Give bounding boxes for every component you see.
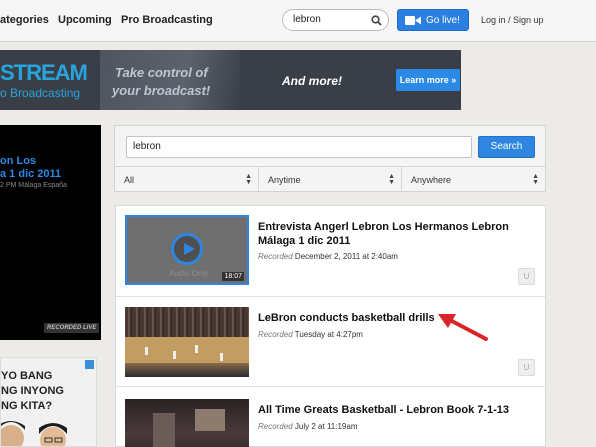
nav-search-input[interactable]: lebron [282, 9, 389, 31]
thumbnail-player [173, 351, 176, 359]
ustream-button[interactable]: U [518, 268, 535, 285]
search-panel: lebron Search All ▲ ▼ Anytime ▲ ▼ Anywhere… [114, 125, 546, 192]
filter-location-value: Anywhere [411, 175, 452, 185]
player-title-line-2[interactable]: a 1 dic 2011 [0, 168, 61, 180]
banner-and-more: And more! [282, 74, 342, 88]
recorded-value: Tuesday at 4:27pm [294, 330, 363, 339]
thumbnail-player [145, 347, 148, 355]
result-thumbnail[interactable] [125, 307, 249, 377]
recorded-live-badge: RECORDED LIVE [44, 323, 100, 333]
thumbnail-crowd [125, 307, 249, 337]
banner-brand-sub: o Broadcasting [0, 86, 81, 100]
select-arrows-icon: ▲ ▼ [245, 173, 252, 186]
recorded-value: July 2 at 11:19am [294, 422, 358, 431]
nav-link-upcoming[interactable]: Upcoming [58, 14, 112, 26]
player-title-line-1[interactable]: on Los [0, 155, 36, 167]
banner-stripe [100, 50, 240, 110]
thumbnail-light [195, 409, 225, 431]
filter-category-select[interactable]: All ▲ ▼ [115, 166, 259, 192]
thumbnail-player [220, 353, 223, 361]
audio-only-label: Audio Only [169, 269, 209, 278]
ad-text-line-2: NG INYONG [1, 385, 64, 397]
recorded-label: Recorded [258, 252, 293, 261]
ad-people-photo [1, 421, 67, 446]
recorded-label: Recorded [258, 422, 293, 431]
select-arrows-icon: ▲ ▼ [532, 173, 539, 186]
nav-link-pro-broadcasting[interactable]: Pro Broadcasting [121, 14, 213, 26]
recorded-value: December 2, 2011 at 2:40am [294, 252, 398, 261]
result-recorded-meta: Recorded July 2 at 11:19am [258, 422, 357, 431]
search-button[interactable]: Search [478, 136, 535, 158]
result-thumbnail[interactable] [125, 399, 249, 447]
ad-text-line-1: YO BANG [1, 370, 53, 382]
result-recorded-meta: Recorded Tuesday at 4:27pm [258, 330, 363, 339]
video-camera-icon [405, 16, 421, 25]
learn-more-button[interactable]: Learn more » [396, 69, 460, 91]
result-title[interactable]: Entrevista Angerl Lebron Los Hermanos Le… [258, 220, 528, 248]
go-live-label: Go live! [426, 15, 460, 26]
top-nav: ategories Upcoming Pro Broadcasting lebr… [0, 0, 596, 42]
side-advertisement[interactable]: YO BANG NG INYONG NG KITA? [0, 357, 97, 447]
featured-player[interactable]: on Los a 1 dic 2011 2 PM Málaga España R… [0, 125, 101, 340]
ad-text-line-3: NG KITA? [1, 400, 53, 412]
recorded-label: Recorded [258, 330, 293, 339]
result-row[interactable]: Audio Only 18:07 Entrevista Angerl Lebro… [116, 206, 545, 297]
result-recorded-meta: Recorded December 2, 2011 at 2:40am [258, 252, 398, 261]
player-meta: 2 PM Málaga España [0, 182, 67, 189]
play-icon[interactable] [171, 233, 203, 265]
banner-tagline-1: Take control of [115, 65, 208, 80]
banner-brand: STREAM [0, 60, 88, 85]
result-row[interactable]: All Time Greats Basketball - Lebron Book… [116, 387, 545, 447]
search-icon[interactable] [371, 15, 382, 26]
go-live-button[interactable]: Go live! [397, 9, 469, 31]
thumbnail-door [153, 413, 175, 447]
promo-banner[interactable]: STREAM o Broadcasting Take control of yo… [0, 50, 461, 110]
select-arrows-icon: ▲ ▼ [388, 173, 395, 186]
banner-tagline-2: your broadcast! [112, 83, 211, 98]
nav-search-value: lebron [293, 14, 321, 25]
ustream-button[interactable]: U [518, 359, 535, 376]
thumbnail-court [125, 337, 249, 363]
nav-link-categories[interactable]: ategories [0, 14, 49, 26]
result-thumbnail[interactable]: Audio Only 18:07 [125, 215, 249, 285]
ad-choices-icon[interactable] [85, 360, 94, 369]
login-signup-link[interactable]: Log in / Sign up [481, 15, 544, 25]
annotation-arrow-icon [438, 314, 488, 341]
search-query-input[interactable]: lebron [126, 136, 472, 158]
duration-badge: 18:07 [222, 272, 244, 281]
filter-time-select[interactable]: Anytime ▲ ▼ [259, 166, 402, 192]
filter-time-value: Anytime [268, 175, 301, 185]
filter-category-value: All [124, 175, 135, 185]
filter-location-select[interactable]: Anywhere ▲ ▼ [402, 166, 545, 192]
thumbnail-player [195, 345, 198, 353]
result-title[interactable]: All Time Greats Basketball - Lebron Book… [258, 403, 528, 417]
